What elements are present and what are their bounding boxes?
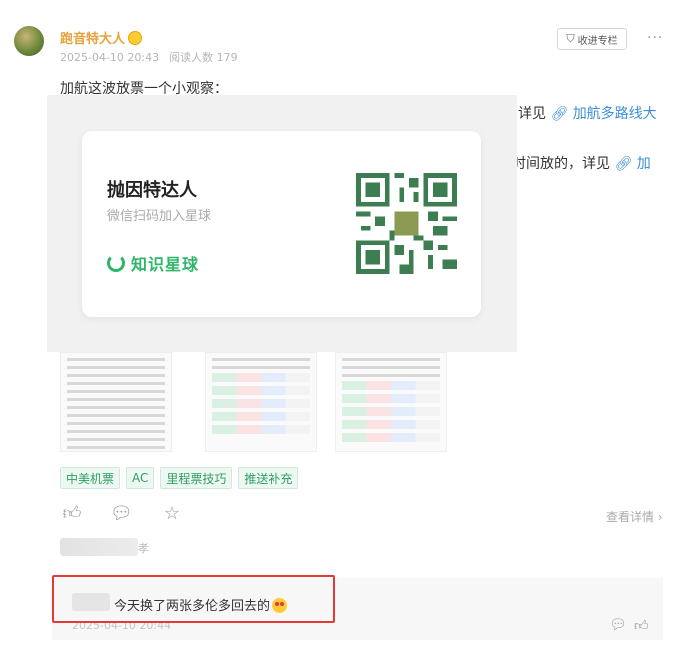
post-line-3: 时间放的，详见 🔗︎ 加 — [512, 156, 651, 172]
link-icon: 🔗︎ — [550, 106, 569, 122]
view-details-link[interactable]: 查看详情 › — [606, 508, 663, 525]
zsxq-logo: 知识星球 — [107, 251, 199, 275]
link-icon: 🔗︎ — [614, 156, 633, 172]
avatar[interactable] — [14, 26, 44, 56]
qr-code[interactable] — [356, 173, 457, 274]
route-link[interactable]: 加航多路线大 — [573, 106, 657, 122]
more-options-button[interactable]: ··· — [647, 30, 663, 46]
like-icon[interactable]: 👍︎ — [634, 617, 649, 634]
reply-icon[interactable]: 💬︎ — [609, 617, 627, 633]
liker-suffix: 孝 — [138, 542, 149, 555]
tag[interactable]: AC — [126, 467, 155, 489]
image-thumbnail[interactable] — [60, 352, 172, 452]
image-thumbnail[interactable] — [205, 352, 317, 452]
collect-to-column-button[interactable]: ⛉ 收进专栏 — [557, 28, 627, 50]
author-block — [14, 26, 61, 56]
planet-title: 抛因特达人 — [107, 180, 197, 201]
read-count: 阅读人数 179 — [169, 51, 238, 64]
comment-icon[interactable]: 💬︎ — [110, 503, 133, 525]
tag[interactable]: 中美机票 — [60, 467, 121, 489]
tag[interactable]: 里程票技巧 — [160, 467, 233, 489]
detail-link[interactable]: 加 — [637, 156, 651, 172]
blurred-username — [60, 538, 138, 556]
like-icon[interactable]: 👍︎ — [61, 503, 83, 525]
tag-list: 中美机票 AC 里程票技巧 推送补充 — [60, 467, 304, 489]
post-meta: 2025-04-10 20:43 阅读人数 179 — [60, 49, 238, 65]
collect-icon: ⛉ — [566, 32, 575, 45]
zsxq-logo-icon — [107, 254, 125, 272]
star-icon[interactable]: ☆ — [161, 503, 183, 525]
author-name[interactable]: 跑音特大人 — [60, 28, 143, 47]
highlight-box — [52, 575, 335, 623]
planet-subtitle: 微信扫码加入星球 — [107, 209, 212, 224]
smile-emoji-icon — [128, 31, 143, 45]
post-line-2: 详见 🔗︎ 加航多路线大 — [518, 106, 657, 122]
post-date: 2025-04-10 20:43 — [60, 51, 160, 64]
tag[interactable]: 推送补充 — [238, 467, 299, 489]
image-thumbnail[interactable] — [335, 352, 447, 452]
